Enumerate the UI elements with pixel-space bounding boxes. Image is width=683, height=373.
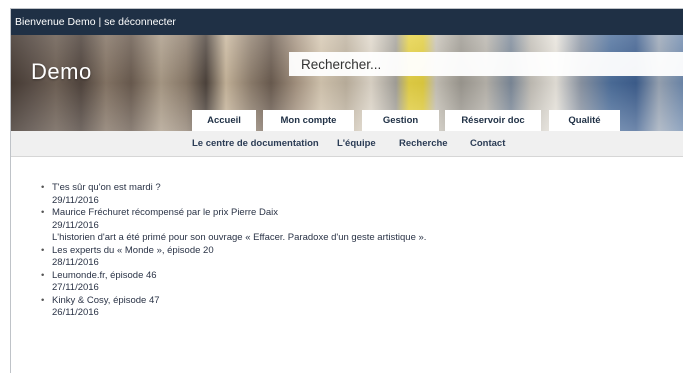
page-frame: Bienvenue Demo | se déconnecter Demo Acc…	[10, 8, 683, 373]
list-item: • Maurice Fréchuret récompensé par le pr…	[41, 207, 681, 245]
logout-link[interactable]: se déconnecter	[104, 16, 176, 28]
news-title[interactable]: Maurice Fréchuret récompensé par le prix…	[52, 207, 681, 220]
news-title[interactable]: Leumonde.fr, épisode 46	[52, 270, 681, 283]
list-item: • T'es sûr qu'on est mardi ? 29/11/2016	[41, 182, 681, 207]
tab-gestion[interactable]: Gestion	[362, 110, 439, 131]
list-item: • Kinky & Cosy, épisode 47 26/11/2016	[41, 295, 681, 320]
list-item: • Leumonde.fr, épisode 46 27/11/2016	[41, 270, 681, 295]
news-date: 28/11/2016	[52, 257, 99, 268]
top-bar: Bienvenue Demo | se déconnecter	[11, 9, 683, 35]
news-title[interactable]: Kinky & Cosy, épisode 47	[52, 295, 681, 308]
bullet-icon: •	[41, 182, 45, 193]
news-date: 29/11/2016	[52, 194, 99, 206]
news-title[interactable]: T'es sûr qu'on est mardi ?	[52, 182, 681, 195]
news-date: 26/11/2016	[52, 307, 99, 318]
topbar-separator: |	[95, 16, 105, 28]
bullet-icon: •	[41, 294, 45, 306]
tab-accueil[interactable]: Accueil	[192, 110, 256, 131]
sub-navigation: Le centre de documentation L'équipe Rech…	[11, 131, 683, 157]
tab-qualite[interactable]: Qualité	[549, 110, 620, 131]
subnav-centre-documentation[interactable]: Le centre de documentation	[192, 131, 319, 157]
tab-mon-compte[interactable]: Mon compte	[263, 110, 354, 131]
bullet-icon: •	[41, 207, 45, 218]
list-item: • Les experts du « Monde », épisode 20 2…	[41, 245, 681, 270]
bullet-icon: •	[41, 244, 45, 256]
news-description: L'historien d'art a été primé pour son o…	[52, 232, 427, 243]
search-input[interactable]	[289, 52, 683, 76]
subnav-contact[interactable]: Contact	[470, 131, 505, 157]
tab-reservoir-doc[interactable]: Réservoir doc	[445, 110, 541, 131]
welcome-text: Bienvenue Demo	[15, 16, 96, 28]
bullet-icon: •	[41, 269, 45, 281]
subnav-recherche[interactable]: Recherche	[399, 131, 448, 157]
subnav-equipe[interactable]: L'équipe	[337, 131, 376, 157]
news-list: • T'es sûr qu'on est mardi ? 29/11/2016 …	[41, 182, 681, 320]
site-logo[interactable]: Demo	[31, 59, 92, 85]
news-title[interactable]: Les experts du « Monde », épisode 20	[52, 245, 681, 258]
news-date: 27/11/2016	[52, 282, 99, 293]
news-date: 29/11/2016	[52, 219, 99, 231]
main-tabs: Accueil Mon compte Gestion Réservoir doc…	[11, 110, 683, 131]
